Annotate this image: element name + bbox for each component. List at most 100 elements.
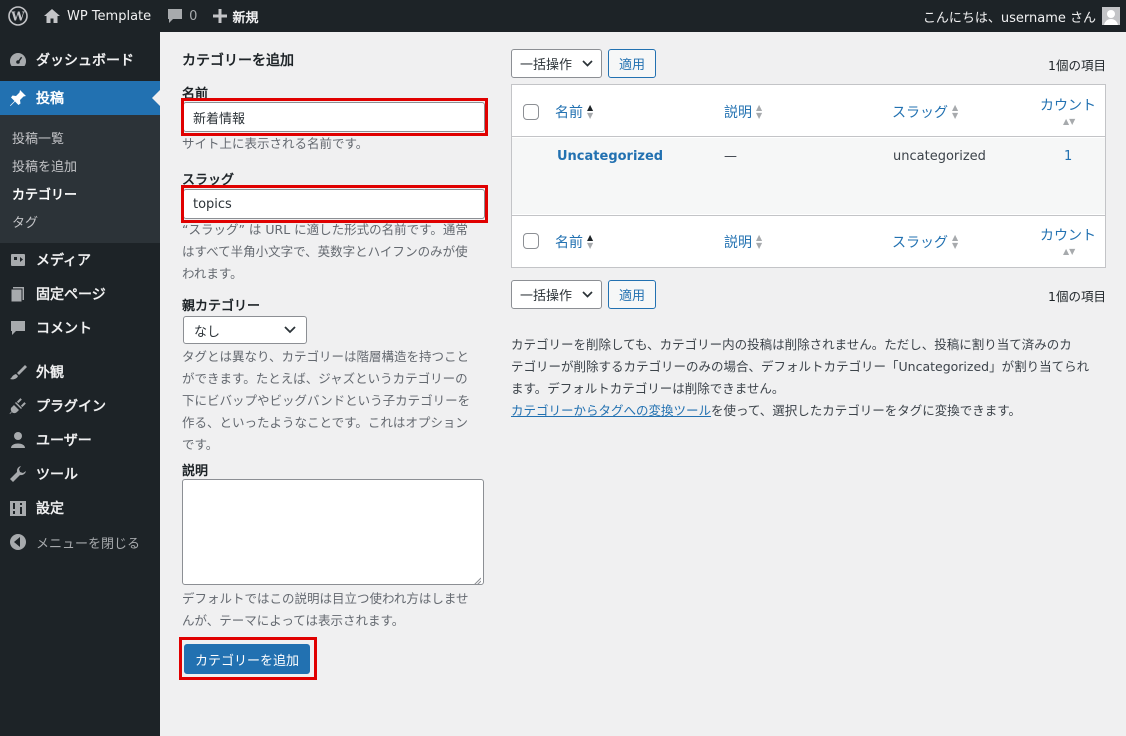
submenu-all-posts[interactable]: 投稿一覧 [0,123,160,151]
submenu-add-post[interactable]: 投稿を追加 [0,151,160,179]
menu-label: コメント [36,321,92,337]
menu-label: 投稿 [36,91,64,107]
greeting: こんにちは、username さん [922,10,1096,26]
column-name-header[interactable]: 名前 ▲ ▼ [555,102,593,122]
sort-arrows-icon: ▲▼ [952,233,959,250]
menu-label: メディア [36,253,92,269]
comment-bubble-icon [167,8,183,24]
menu-settings[interactable]: 設定 [0,491,160,525]
item-count-top: 1個の項目 [1048,58,1106,73]
admin-sidebar: ダッシュボード 投稿 投稿一覧 投稿を追加 カテゴリー タグ メディア 固定ペー… [0,32,160,736]
category-description: — [724,149,737,164]
select-all-checkbox-bottom[interactable] [523,233,539,249]
site-name: WP Template [67,8,152,24]
description-help-line: んが、テーマによっては表示されます。 [182,613,405,628]
menu-label: 設定 [36,501,64,517]
site-name-link[interactable]: WP Template [36,0,159,32]
categories-table: 名前 ▲ ▼ 説明 ▲ ▼ スラッグ ▲ ▼ カウント ▲▼ Uncategorize… [511,84,1106,268]
comments-link[interactable]: 0 [159,0,205,32]
apply-button-bottom[interactable]: 適用 [608,280,657,309]
category-slug: uncategorized [893,149,986,164]
settings-icon [8,498,28,518]
category-name-link[interactable]: Uncategorized [557,149,663,164]
sort-arrows-icon: ▲▼ [587,103,594,120]
category-tag-converter-link[interactable]: カテゴリーからタグへの変換ツール [511,403,711,418]
table-row: Uncategorized — uncategorized 1 [512,138,1105,214]
bulk-action-label: 一括操作 [520,58,573,73]
column-count-footer[interactable]: カウント ▲▼ [1039,225,1097,256]
column-slug-header[interactable]: スラッグ ▲ ▼ [892,102,958,122]
sort-arrows-icon: ▲▼ [952,103,959,120]
user-icon [8,430,28,450]
wordpress-logo-icon[interactable]: W [0,0,36,32]
description-label: 説明 [182,464,209,479]
column-description-label: 説明 [724,105,752,121]
submenu-categories[interactable]: カテゴリー [0,179,160,207]
select-all-checkbox[interactable] [523,104,539,120]
description-textarea[interactable] [182,479,484,586]
plus-icon [213,9,228,23]
menu-posts[interactable]: 投稿 [0,81,160,115]
new-content-link[interactable]: 新規 [205,0,266,32]
bulk-action-select-bottom[interactable]: 一括操作 [511,280,602,309]
apply-button-top[interactable]: 適用 [608,49,657,78]
avatar [1102,7,1120,25]
menu-comments[interactable]: コメント [0,311,160,345]
menu-tools[interactable]: ツール [0,457,160,491]
parent-help: タグとは異なり、カテゴリーは階層構造を持つこと ができます。たとえば、ジャズとい… [182,346,486,456]
admin-bar: W WP Template 0 新規 こんにちは、username さん [0,0,1126,32]
sort-arrows-icon: ▲▼ [587,233,594,250]
resize-handle-icon[interactable] [473,574,482,586]
note-line-rest: を使って、選択したカテゴリーをタグに変換できます。 [711,403,1022,418]
menu-dashboard[interactable]: ダッシュボード [0,43,160,77]
submenu-tags[interactable]: タグ [0,207,160,235]
svg-text:W: W [10,10,25,24]
pushpin-icon [8,88,28,108]
slug-help: “スラッグ” は URL に適した形式の名前です。通常 はすべて半角小文字で、英… [182,219,486,285]
menu-pages[interactable]: 固定ページ [0,277,160,311]
table-footer: 名前 ▲ ▼ 説明 ▲ ▼ スラッグ ▲ ▼ カウント ▲▼ [512,215,1105,267]
parent-select[interactable]: なし [183,316,307,344]
submit-highlight-box [179,637,317,680]
bulk-action-label: 一括操作 [520,289,573,304]
parent-select-value: なし [194,324,221,340]
menu-media[interactable]: メディア [0,243,160,277]
slug-help-line: “スラッグ” は URL に適した形式の名前です。通常 [182,222,468,237]
chevron-down-icon [582,291,593,298]
comment-count: 0 [189,8,198,24]
my-account-link[interactable]: こんにちは、username さん [915,0,1126,32]
column-count-header[interactable]: カウント ▲▼ [1039,95,1097,126]
column-description-label: 説明 [724,235,752,251]
menu-users[interactable]: ユーザー [0,423,160,457]
menu-label: プラグイン [36,399,106,415]
column-name-footer[interactable]: 名前 ▲ ▼ [555,232,593,252]
sort-arrows-icon: ▲▼ [756,103,763,120]
parent-help-line: ができます。たとえば、ジャズというカテゴリーの [182,371,468,386]
collapse-label: メニューを閉じる [36,536,141,552]
name-help: サイト上に表示される名前です。 [182,136,369,151]
note-line: テゴリーが削除するカテゴリーのみの場合、デフォルトカテゴリー「Uncategor… [511,359,1090,374]
slug-help-line: われます。 [182,266,243,281]
item-count-bottom: 1個の項目 [1048,289,1106,304]
column-description-header[interactable]: 説明 ▲ ▼ [724,102,762,122]
category-notes: カテゴリーを削除しても、カテゴリー内の投稿は削除されません。ただし、投稿に割り当… [511,334,1106,422]
collapse-arrow-icon [8,532,28,552]
form-title: カテゴリーを追加 [182,53,294,69]
page-icon [8,284,28,304]
menu-appearance[interactable]: 外観 [0,355,160,389]
column-slug-footer[interactable]: スラッグ ▲ ▼ [892,232,958,252]
menu-label: ユーザー [36,433,92,449]
menu-plugins[interactable]: プラグイン [0,389,160,423]
column-name-label: 名前 [555,105,583,121]
sort-arrows-icon: ▲▼ [1063,247,1076,256]
column-description-footer[interactable]: 説明 ▲ ▼ [724,232,762,252]
posts-submenu: 投稿一覧 投稿を追加 カテゴリー タグ [0,115,160,243]
category-count-link[interactable]: 1 [1064,149,1072,164]
column-count-label: カウント [1040,98,1096,114]
collapse-menu-button[interactable]: メニューを閉じる [0,525,160,559]
dashboard-icon [8,50,28,70]
bulk-action-select-top[interactable]: 一括操作 [511,49,602,78]
description-help-line: デフォルトではこの説明は目立つ使われ方はしませ [182,591,469,606]
sort-arrows-icon: ▲▼ [1063,117,1076,126]
parent-help-line: タグとは異なり、カテゴリーは階層構造を持つこと [182,349,470,364]
